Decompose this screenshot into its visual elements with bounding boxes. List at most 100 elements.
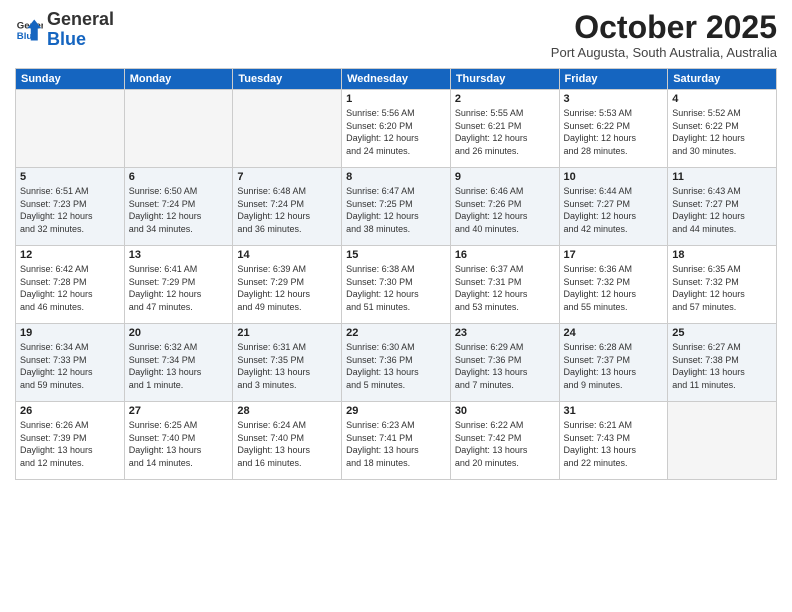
calendar: Sunday Monday Tuesday Wednesday Thursday… — [15, 68, 777, 480]
day-number: 14 — [237, 249, 337, 261]
day-number: 28 — [237, 405, 337, 417]
logo-icon: General Blue — [15, 16, 43, 44]
table-row — [124, 90, 233, 168]
col-thursday: Thursday — [450, 69, 559, 90]
calendar-week-row: 5 Sunrise: 6:51 AM Sunset: 7:23 PM Daylig… — [16, 168, 777, 246]
day-info: Sunrise: 6:25 AM Sunset: 7:40 PM Dayligh… — [129, 419, 229, 469]
table-row: 4 Sunrise: 5:52 AM Sunset: 6:22 PM Daylig… — [668, 90, 777, 168]
day-number: 24 — [564, 327, 664, 339]
day-info: Sunrise: 6:27 AM Sunset: 7:38 PM Dayligh… — [672, 341, 772, 391]
day-number: 17 — [564, 249, 664, 261]
table-row: 3 Sunrise: 5:53 AM Sunset: 6:22 PM Daylig… — [559, 90, 668, 168]
table-row: 17 Sunrise: 6:36 AM Sunset: 7:32 PM Dayli… — [559, 246, 668, 324]
col-friday: Friday — [559, 69, 668, 90]
day-number: 5 — [20, 171, 120, 183]
col-wednesday: Wednesday — [342, 69, 451, 90]
day-number: 13 — [129, 249, 229, 261]
day-info: Sunrise: 5:55 AM Sunset: 6:21 PM Dayligh… — [455, 107, 555, 157]
title-block: October 2025 Port Augusta, South Austral… — [551, 10, 777, 60]
day-number: 9 — [455, 171, 555, 183]
table-row: 8 Sunrise: 6:47 AM Sunset: 7:25 PM Daylig… — [342, 168, 451, 246]
table-row: 25 Sunrise: 6:27 AM Sunset: 7:38 PM Dayli… — [668, 324, 777, 402]
table-row: 19Sunrise: 6:34 AM Sunset: 7:33 PM Dayli… — [16, 324, 125, 402]
day-number: 3 — [564, 93, 664, 105]
table-row: 20 Sunrise: 6:32 AM Sunset: 7:34 PM Dayli… — [124, 324, 233, 402]
day-number: 1 — [346, 93, 446, 105]
table-row: 31Sunrise: 6:21 AM Sunset: 7:43 PM Dayli… — [559, 402, 668, 480]
table-row: 27 Sunrise: 6:25 AM Sunset: 7:40 PM Dayli… — [124, 402, 233, 480]
day-info: Sunrise: 6:35 AM Sunset: 7:32 PM Dayligh… — [672, 263, 772, 313]
day-info: Sunrise: 6:37 AM Sunset: 7:31 PM Dayligh… — [455, 263, 555, 313]
day-number: 2 — [455, 93, 555, 105]
subtitle: Port Augusta, South Australia, Australia — [551, 45, 777, 60]
day-info: Sunrise: 6:50 AM Sunset: 7:24 PM Dayligh… — [129, 185, 229, 235]
table-row: 5 Sunrise: 6:51 AM Sunset: 7:23 PM Daylig… — [16, 168, 125, 246]
day-number: 20 — [129, 327, 229, 339]
table-row: 26Sunrise: 6:26 AM Sunset: 7:39 PM Dayli… — [16, 402, 125, 480]
day-info: Sunrise: 5:56 AM Sunset: 6:20 PM Dayligh… — [346, 107, 446, 157]
logo-text: General Blue — [47, 10, 114, 50]
table-row: 9 Sunrise: 6:46 AM Sunset: 7:26 PM Daylig… — [450, 168, 559, 246]
table-row: 14Sunrise: 6:39 AM Sunset: 7:29 PM Dayli… — [233, 246, 342, 324]
table-row: 1 Sunrise: 5:56 AM Sunset: 6:20 PM Daylig… — [342, 90, 451, 168]
col-saturday: Saturday — [668, 69, 777, 90]
day-info: Sunrise: 6:44 AM Sunset: 7:27 PM Dayligh… — [564, 185, 664, 235]
table-row: 28 Sunrise: 6:24 AM Sunset: 7:40 PM Dayli… — [233, 402, 342, 480]
page: General Blue General Blue October 2025 P… — [0, 0, 792, 612]
day-number: 27 — [129, 405, 229, 417]
day-number: 26 — [20, 405, 120, 417]
day-info: Sunrise: 6:31 AM Sunset: 7:35 PM Dayligh… — [237, 341, 337, 391]
day-number: 22 — [346, 327, 446, 339]
day-info: Sunrise: 6:41 AM Sunset: 7:29 PM Dayligh… — [129, 263, 229, 313]
day-info: Sunrise: 6:30 AM Sunset: 7:36 PM Dayligh… — [346, 341, 446, 391]
day-info: Sunrise: 6:46 AM Sunset: 7:26 PM Dayligh… — [455, 185, 555, 235]
calendar-week-row: 19Sunrise: 6:34 AM Sunset: 7:33 PM Dayli… — [16, 324, 777, 402]
table-row — [16, 90, 125, 168]
day-number: 18 — [672, 249, 772, 261]
day-number: 30 — [455, 405, 555, 417]
table-row: 24Sunrise: 6:28 AM Sunset: 7:37 PM Dayli… — [559, 324, 668, 402]
day-number: 25 — [672, 327, 772, 339]
table-row: 22 Sunrise: 6:30 AM Sunset: 7:36 PM Dayli… — [342, 324, 451, 402]
day-number: 6 — [129, 171, 229, 183]
day-number: 8 — [346, 171, 446, 183]
calendar-week-row: 12 Sunrise: 6:42 AM Sunset: 7:28 PM Dayli… — [16, 246, 777, 324]
table-row — [668, 402, 777, 480]
day-info: Sunrise: 6:23 AM Sunset: 7:41 PM Dayligh… — [346, 419, 446, 469]
table-row: 10 Sunrise: 6:44 AM Sunset: 7:27 PM Dayli… — [559, 168, 668, 246]
day-info: Sunrise: 5:53 AM Sunset: 6:22 PM Dayligh… — [564, 107, 664, 157]
day-info: Sunrise: 6:22 AM Sunset: 7:42 PM Dayligh… — [455, 419, 555, 469]
day-number: 12 — [20, 249, 120, 261]
table-row: 11Sunrise: 6:43 AM Sunset: 7:27 PM Dayli… — [668, 168, 777, 246]
day-info: Sunrise: 6:36 AM Sunset: 7:32 PM Dayligh… — [564, 263, 664, 313]
day-info: Sunrise: 6:38 AM Sunset: 7:30 PM Dayligh… — [346, 263, 446, 313]
day-info: Sunrise: 6:34 AM Sunset: 7:33 PM Dayligh… — [20, 341, 120, 391]
day-info: Sunrise: 6:21 AM Sunset: 7:43 PM Dayligh… — [564, 419, 664, 469]
day-number: 10 — [564, 171, 664, 183]
table-row — [233, 90, 342, 168]
table-row: 7Sunrise: 6:48 AM Sunset: 7:24 PM Daylig… — [233, 168, 342, 246]
month-title: October 2025 — [551, 10, 777, 45]
day-info: Sunrise: 6:51 AM Sunset: 7:23 PM Dayligh… — [20, 185, 120, 235]
day-number: 15 — [346, 249, 446, 261]
col-sunday: Sunday — [16, 69, 125, 90]
day-number: 7 — [237, 171, 337, 183]
table-row: 18 Sunrise: 6:35 AM Sunset: 7:32 PM Dayli… — [668, 246, 777, 324]
day-info: Sunrise: 5:52 AM Sunset: 6:22 PM Dayligh… — [672, 107, 772, 157]
table-row: 6 Sunrise: 6:50 AM Sunset: 7:24 PM Daylig… — [124, 168, 233, 246]
day-info: Sunrise: 6:47 AM Sunset: 7:25 PM Dayligh… — [346, 185, 446, 235]
day-info: Sunrise: 6:24 AM Sunset: 7:40 PM Dayligh… — [237, 419, 337, 469]
table-row: 12 Sunrise: 6:42 AM Sunset: 7:28 PM Dayli… — [16, 246, 125, 324]
day-number: 16 — [455, 249, 555, 261]
table-row: 15 Sunrise: 6:38 AM Sunset: 7:30 PM Dayli… — [342, 246, 451, 324]
logo: General Blue General Blue — [15, 10, 114, 50]
table-row: 16 Sunrise: 6:37 AM Sunset: 7:31 PM Dayli… — [450, 246, 559, 324]
header: General Blue General Blue October 2025 P… — [15, 10, 777, 60]
day-info: Sunrise: 6:32 AM Sunset: 7:34 PM Dayligh… — [129, 341, 229, 391]
table-row: 29Sunrise: 6:23 AM Sunset: 7:41 PM Dayli… — [342, 402, 451, 480]
day-info: Sunrise: 6:42 AM Sunset: 7:28 PM Dayligh… — [20, 263, 120, 313]
day-number: 4 — [672, 93, 772, 105]
table-row: 30 Sunrise: 6:22 AM Sunset: 7:42 PM Dayli… — [450, 402, 559, 480]
day-info: Sunrise: 6:43 AM Sunset: 7:27 PM Dayligh… — [672, 185, 772, 235]
day-number: 23 — [455, 327, 555, 339]
